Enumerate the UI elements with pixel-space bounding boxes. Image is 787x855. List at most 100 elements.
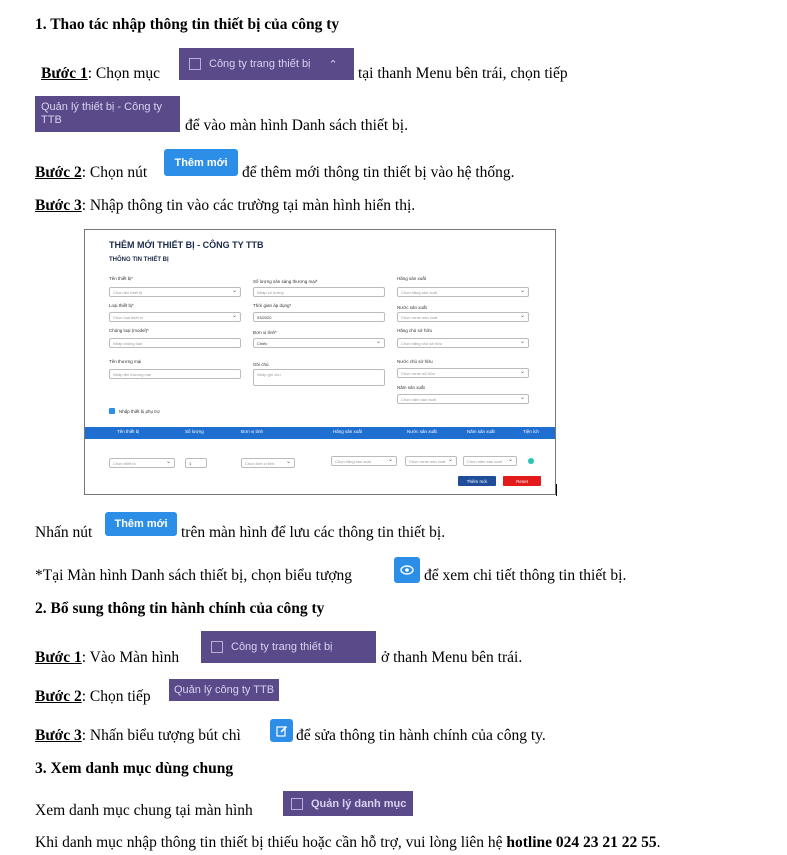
building-icon [211, 641, 223, 653]
step-label: Bước 3 [35, 197, 82, 214]
row-unit-select[interactable]: Chọn đơn vị tính [241, 458, 295, 468]
s1-step2-line: Bước 2: Chọn nút [35, 164, 147, 182]
field-label: Loại thiết bị* [109, 303, 134, 308]
step-text: : Nhấn biểu tượng bút chì [81, 727, 241, 744]
step-text: : Chọn mục [87, 65, 161, 82]
field-label: Tên thương mại [109, 359, 142, 364]
add-device-form-screenshot: THÊM MỚI THIẾT BỊ - CÔNG TY TTB THÔNG TI… [84, 229, 556, 495]
table-header: Tên thiết bị Số lượng Đơn vị tính Hãng s… [85, 427, 555, 439]
row-year-select[interactable]: Chọn năm sản xuất [463, 456, 517, 466]
s1-step1-text-c: để vào màn hình Danh sách thiết bị. [185, 117, 408, 134]
contact-end: . [656, 834, 661, 851]
owner-country-select[interactable]: Chọn nước sở hữu [397, 368, 529, 378]
hotline: hotline 024 23 21 22 55 [506, 834, 657, 851]
s2-step1-line: Bước 1: Vào Màn hình [35, 649, 179, 667]
col-header: Tên thiết bị [117, 429, 140, 434]
step-text: : Chọn tiếp [81, 688, 151, 705]
col-header: Nước sản xuất [407, 429, 437, 434]
s2-step3-text-b: để sửa thông tin hành chính của công ty. [296, 727, 546, 744]
step-text: : Nhập thông tin vào các trường tại màn … [81, 197, 416, 214]
field-label: Hãng chủ sở hữu [397, 328, 432, 333]
col-header: Năm sản xuất [467, 429, 495, 434]
form-add-button[interactable]: Thêm mới [458, 476, 496, 486]
step-label: Bước 2 [35, 164, 82, 181]
country-select[interactable]: Chọn nước sản xuất [397, 312, 529, 322]
field-label: Năm sản xuất [397, 385, 425, 390]
contact-text: Khi danh mục nhập thông tin thiết bị thi… [35, 834, 507, 851]
col-header: Số lượng [185, 429, 204, 434]
field-label: Đơn vị tính* [253, 330, 277, 335]
field-label: Thời gian áp dụng* [253, 303, 292, 308]
submenu-chip-quan-ly-thiet-bi[interactable]: Quản lý thiết bị - Công ty TTB [35, 96, 180, 132]
s2-step1-text-b: ở thanh Menu bên trái. [381, 649, 523, 666]
quantity-input[interactable]: Nhập số lượng [253, 287, 385, 297]
eye-icon[interactable] [394, 557, 420, 583]
s1-step1-line: Bước 1: Chọn mục [41, 65, 160, 83]
col-header: Hãng sản xuất [333, 429, 363, 434]
s1-save-text-b: trên màn hình để lưu các thông tin thiết… [181, 524, 446, 541]
s1-view-text-a: *Tại Màn hình Danh sách thiết bị, chọn b… [35, 567, 353, 584]
step-text: : Vào Màn hình [81, 649, 180, 666]
submenu-chip-quan-ly-cong-ty[interactable]: Quản lý công ty TTB [169, 679, 279, 701]
menu-chip-label: Công ty trang thiết bị [209, 58, 311, 70]
add-row-icon[interactable] [528, 458, 534, 464]
s1-step3-line: Bước 3: Nhập thông tin vào các trường tạ… [35, 197, 415, 215]
field-label: Ghi chú [253, 362, 269, 367]
menu-chip-cong-ty-ttb[interactable]: Công ty trang thiết bị ⌃ [179, 48, 354, 80]
form-title: THÊM MỚI THIẾT BỊ - CÔNG TY TTB [109, 240, 264, 250]
them-moi-button[interactable]: Thêm mới [164, 149, 238, 176]
device-name-select[interactable]: Chọn tên thiết bị [109, 287, 241, 297]
s1-step1-text-b: tại thanh Menu bên trái, chọn tiếp [358, 65, 568, 82]
form-subtitle: THÔNG TIN THIẾT BỊ [109, 257, 169, 263]
field-label: Nước sản xuất [397, 305, 427, 310]
s1-save-text-a: Nhấn nút [35, 524, 93, 541]
building-icon [189, 58, 201, 70]
owner-select[interactable]: Chọn hãng chủ sở hữu [397, 338, 529, 348]
field-label: Hãng sản xuất [397, 276, 427, 281]
model-input[interactable]: Nhập chủng loại [109, 338, 241, 348]
note-textarea[interactable]: Nhập ghi chú [253, 369, 385, 386]
row-maker-select[interactable]: Chọn hãng sản xuất [331, 456, 397, 466]
s2-step2-line: Bước 2: Chọn tiếp [35, 688, 151, 706]
step-label: Bước 3 [35, 727, 82, 744]
them-moi-button-2[interactable]: Thêm mới [105, 512, 177, 536]
device-type-select[interactable]: Chọn loại thiết bị [109, 312, 241, 322]
s3-contact-line: Khi danh mục nhập thông tin thiết bị thi… [35, 834, 661, 852]
year-select[interactable]: Chọn năm sản xuất [397, 394, 529, 404]
pencil-icon[interactable] [270, 719, 293, 742]
list-icon [291, 797, 303, 810]
step-label: Bước 2 [35, 688, 82, 705]
col-header: Đơn vị tính [241, 429, 263, 434]
checkbox-icon[interactable] [109, 408, 115, 414]
trade-name-input[interactable]: Nhập tên thương mại [109, 369, 241, 379]
s1-view-text-b: để xem chi tiết thông tin thiết bị. [424, 567, 627, 584]
unit-select[interactable]: Chiếc [253, 338, 385, 348]
s2-step3-line: Bước 3: Nhấn biểu tượng bút chì [35, 727, 241, 745]
col-header: Tiện ích [523, 429, 539, 434]
row-country-select[interactable]: Chọn nước sản xuất [405, 456, 457, 466]
field-label: Nước chủ sở hữu [397, 359, 433, 364]
menu-chip-cong-ty-ttb-2[interactable]: Công ty trang thiết bị [201, 631, 376, 663]
step-label: Bước 1 [41, 65, 88, 82]
menu-chip-label: Công ty trang thiết bị [231, 641, 333, 653]
maker-select[interactable]: Chọn hãng sản xuất [397, 287, 529, 297]
step-text: : Chọn nút [81, 164, 148, 181]
field-label: Tên thiết bị* [109, 276, 134, 281]
section-3-heading: 3. Xem danh mục dùng chung [35, 760, 234, 777]
step-label: Bước 1 [35, 649, 82, 666]
text-cursor [556, 484, 557, 496]
s1-step2-text-b: để thêm mới thông tin thiết bị vào hệ th… [242, 164, 515, 181]
section-1-heading: 1. Thao tác nhập thông tin thiết bị của … [35, 16, 340, 33]
field-label: Chủng loại (model)* [109, 328, 149, 333]
menu-chip-quan-ly-danh-muc[interactable]: Quản lý danh mục [283, 791, 413, 816]
s3-text-a: Xem danh mục chung tại màn hình [35, 802, 253, 819]
form-reset-button[interactable]: Reset [503, 476, 541, 486]
chevron-up-icon: ⌃ [328, 58, 338, 71]
section-2-heading: 2. Bổ sung thông tin hành chính của công… [35, 600, 325, 617]
field-label: Số lượng sản sàng thương mại* [253, 279, 318, 284]
apply-date-input[interactable]: 03/2020 [253, 312, 385, 322]
row-device-select[interactable]: Chọn thiết bị [109, 458, 175, 468]
row-qty-input[interactable]: 1 [185, 458, 207, 468]
checkbox-label: Nhập thiết bị phụ trợ [119, 409, 160, 414]
menu-chip-label: Quản lý danh mục [311, 797, 407, 810]
